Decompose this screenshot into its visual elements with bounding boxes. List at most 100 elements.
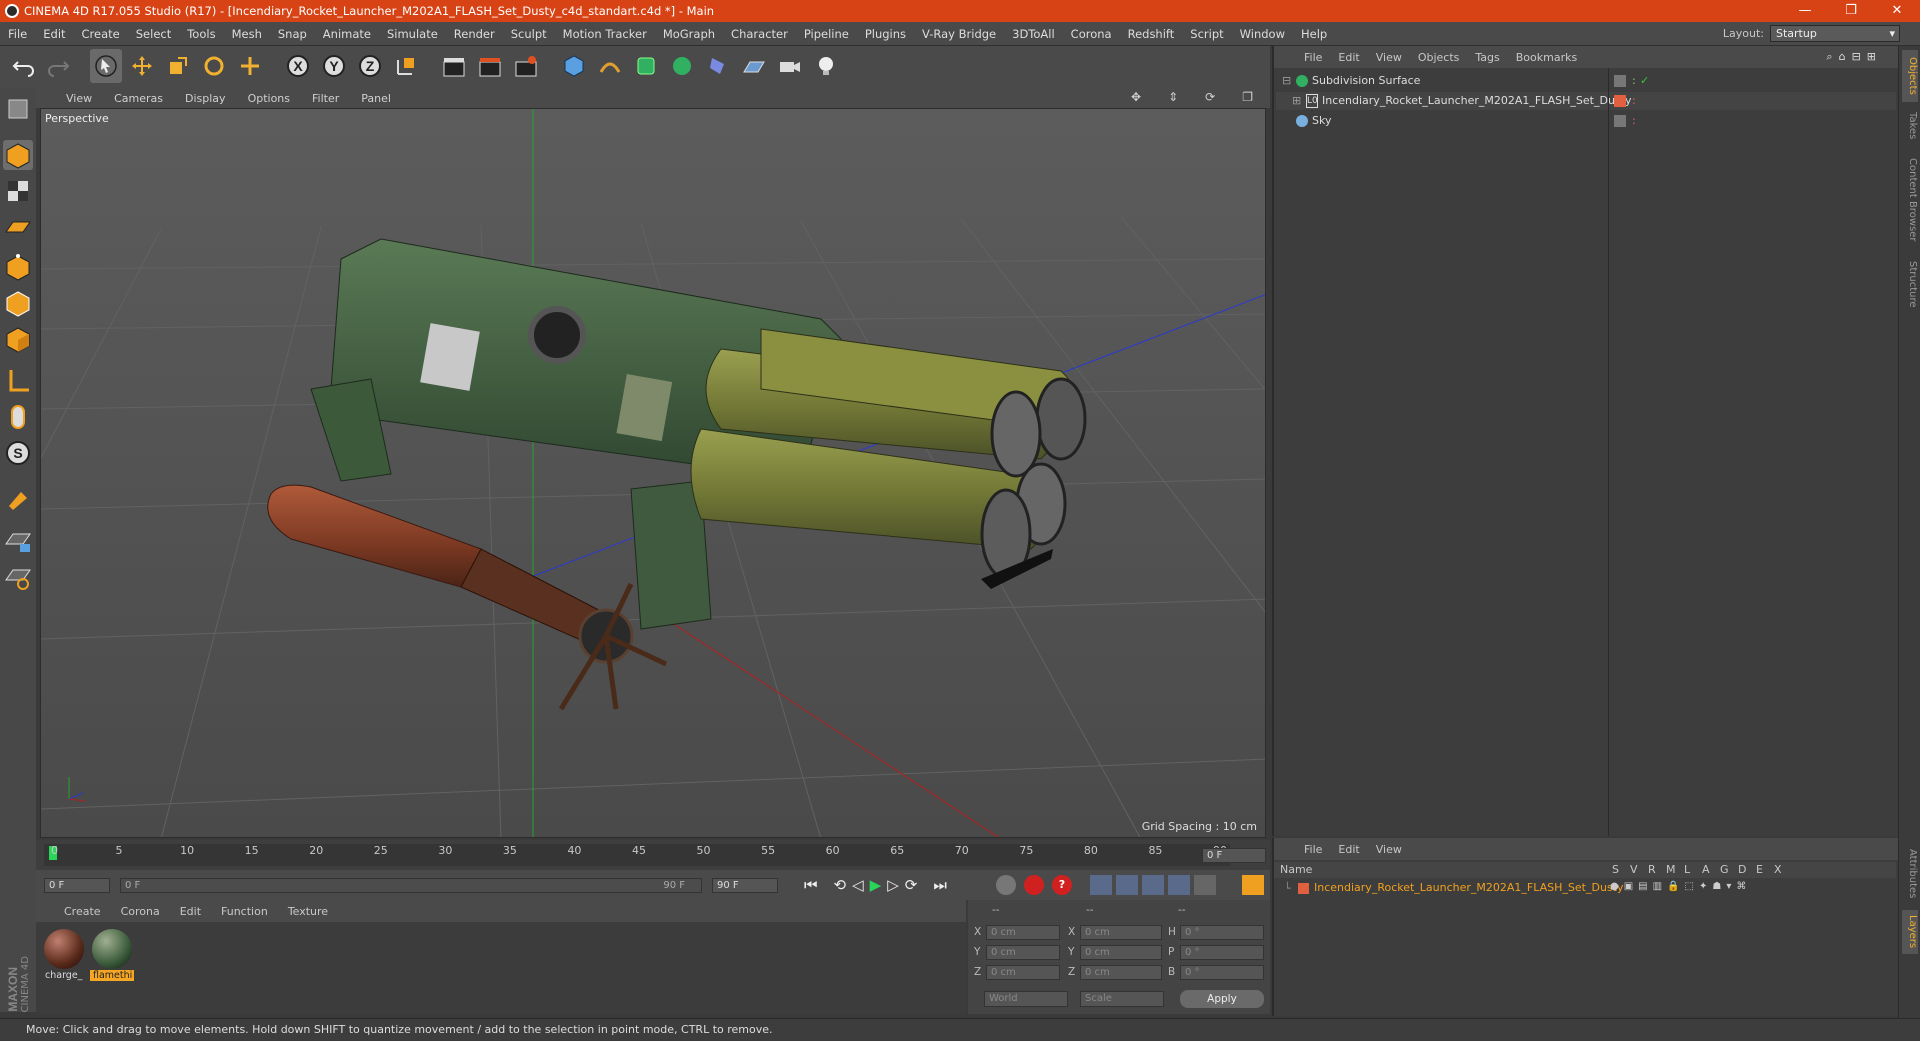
layer-col-e[interactable]: E [1756, 863, 1763, 876]
y-axis-button[interactable]: Y [318, 49, 350, 83]
scale-tool-button[interactable] [162, 49, 194, 83]
apply-button[interactable]: Apply [1180, 990, 1264, 1008]
layer-icon[interactable] [1614, 75, 1626, 87]
viewport-scene[interactable] [41, 109, 1266, 838]
layer-col-v[interactable]: V [1630, 863, 1638, 876]
layer-color-icon[interactable] [1614, 95, 1626, 107]
render-settings-button[interactable] [510, 49, 542, 83]
array-button[interactable] [666, 49, 698, 83]
visibility-dots-icon[interactable]: : [1632, 112, 1636, 130]
layer-flag-icons[interactable]: ●▣▤▥🔒⬚✦☗▾⌘ [1610, 881, 1751, 892]
polygons-mode-button[interactable] [3, 324, 33, 354]
menu-3dtoall[interactable]: 3DToAll [1004, 27, 1063, 41]
workplane-mode-button[interactable] [3, 212, 33, 242]
recent-tool-button[interactable] [234, 49, 266, 83]
menu-sculpt[interactable]: Sculpt [503, 27, 555, 41]
timeline-window-icon[interactable] [1242, 875, 1264, 895]
texture-mode-button[interactable] [3, 176, 33, 206]
obj-menu-tags[interactable]: Tags [1467, 51, 1507, 64]
key-rotation-icon[interactable] [1142, 875, 1164, 895]
next-frame-icon[interactable]: ▷ [887, 876, 899, 894]
make-editable-button[interactable] [3, 94, 33, 124]
menu-plugins[interactable]: Plugins [857, 27, 914, 41]
end-frame-field[interactable]: 90 F [712, 878, 778, 893]
close-button[interactable]: ✕ [1874, 0, 1920, 22]
menu-window[interactable]: Window [1232, 27, 1293, 41]
camera-button[interactable] [774, 49, 806, 83]
floor-button[interactable] [738, 49, 770, 83]
layer-col-s[interactable]: S [1612, 863, 1619, 876]
render-to-picture-viewer-button[interactable] [474, 49, 506, 83]
menu-motion-tracker[interactable]: Motion Tracker [555, 27, 655, 41]
goto-end-icon[interactable]: ⏭ [933, 876, 947, 894]
key-pla-icon[interactable] [1194, 875, 1216, 895]
size-mode-dropdown[interactable]: Scale [1080, 991, 1164, 1007]
undo-button[interactable] [8, 49, 40, 83]
layer-col-r[interactable]: R [1648, 863, 1656, 876]
edges-mode-button[interactable] [3, 288, 33, 318]
minimize-button[interactable]: — [1782, 0, 1828, 22]
layer-menu-edit[interactable]: Edit [1330, 843, 1367, 856]
menu-create[interactable]: Create [74, 27, 128, 41]
next-key-icon[interactable]: ⟳ [905, 876, 918, 894]
layer-col-g[interactable]: G [1720, 863, 1729, 876]
mat-menu-function[interactable]: Function [211, 905, 278, 918]
tree-expand-icon[interactable]: ⊞ [1292, 92, 1301, 110]
perspective-viewport[interactable]: Perspective Grid Spacing : 10 cm [40, 108, 1266, 838]
layer-col-a[interactable]: A [1702, 863, 1710, 876]
visibility-dots-icon[interactable]: : [1632, 72, 1636, 90]
tweak-mode-button[interactable] [3, 402, 33, 432]
tab-objects[interactable]: Objects [1902, 50, 1918, 102]
rotation-b-field[interactable]: 0 ° [1180, 965, 1264, 980]
menu-edit[interactable]: Edit [35, 27, 73, 41]
magnet-button[interactable] [3, 484, 33, 514]
viewport-menu-options[interactable]: Options [237, 92, 301, 105]
goto-start-icon[interactable]: ⏮ [804, 876, 818, 894]
viewport-menu-cameras[interactable]: Cameras [103, 92, 174, 105]
key-help-icon[interactable]: ? [1052, 875, 1072, 895]
dolly-view-icon[interactable]: ⇕ [1157, 90, 1189, 104]
layer-col-m[interactable]: M [1666, 863, 1676, 876]
mat-menu-edit[interactable]: Edit [170, 905, 211, 918]
viewport-menu-filter[interactable]: Filter [301, 92, 350, 105]
material-swatch-selected[interactable]: flamethi [90, 928, 134, 986]
size-x-field[interactable]: 0 cm [1080, 925, 1162, 940]
enabled-check-icon[interactable]: ✓ [1640, 72, 1649, 90]
planar-workplane-button[interactable] [3, 562, 33, 592]
coordinate-system-button[interactable] [390, 49, 422, 83]
current-frame-field[interactable]: 0 F [1202, 848, 1266, 863]
object-row-subdivision[interactable]: ⊟ Subdivision Surface : ✓ [1276, 72, 1896, 90]
auto-key-icon[interactable] [1024, 875, 1044, 895]
render-view-button[interactable] [438, 49, 470, 83]
key-scale-icon[interactable] [1116, 875, 1138, 895]
layer-menu-file[interactable]: File [1296, 843, 1330, 856]
obj-menu-view[interactable]: View [1368, 51, 1410, 64]
viewport-menu-display[interactable]: Display [174, 92, 237, 105]
visibility-dots-icon[interactable]: : [1632, 92, 1636, 110]
rotation-p-field[interactable]: 0 ° [1180, 945, 1264, 960]
axis-mode-button[interactable] [3, 366, 33, 396]
rotation-h-field[interactable]: 0 ° [1180, 925, 1264, 940]
tab-content-browser[interactable]: Content Browser [1902, 150, 1918, 250]
tab-structure[interactable]: Structure [1902, 254, 1918, 314]
viewport-menu-view[interactable]: View [36, 92, 103, 105]
menu-file[interactable]: File [0, 27, 35, 41]
move-tool-button[interactable] [126, 49, 158, 83]
menu-vray-bridge[interactable]: V-Ray Bridge [914, 27, 1004, 41]
object-row-sky[interactable]: Sky : [1276, 112, 1896, 130]
menu-script[interactable]: Script [1182, 27, 1231, 41]
mat-menu-create[interactable]: Create [36, 905, 111, 918]
light-button[interactable] [810, 49, 842, 83]
tab-layers[interactable]: Layers [1902, 910, 1918, 954]
menu-snap[interactable]: Snap [270, 27, 315, 41]
lock-workplane-button[interactable] [3, 526, 33, 556]
layer-icon[interactable] [1614, 115, 1626, 127]
deformer-button[interactable] [702, 49, 734, 83]
maximize-view-icon[interactable]: ❐ [1231, 90, 1264, 104]
menu-select[interactable]: Select [128, 27, 179, 41]
redo-button[interactable] [42, 49, 74, 83]
menu-pipeline[interactable]: Pipeline [796, 27, 857, 41]
obj-menu-objects[interactable]: Objects [1410, 51, 1468, 64]
position-z-field[interactable]: 0 cm [986, 965, 1060, 980]
prev-key-icon[interactable]: ⟲ [834, 876, 847, 894]
